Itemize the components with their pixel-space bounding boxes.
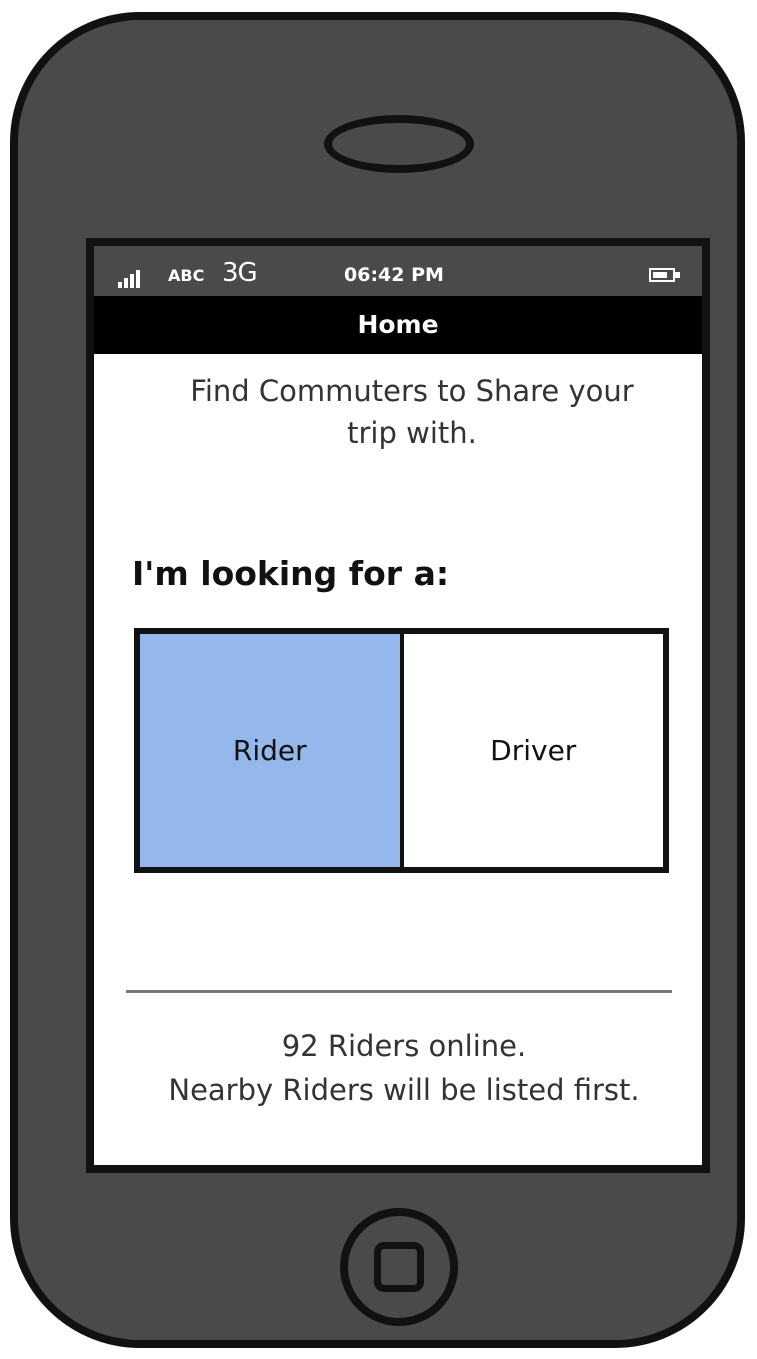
rider-segment-button[interactable]: Rider xyxy=(140,634,404,867)
online-status: 92 Riders online. Nearby Riders will be … xyxy=(114,1024,694,1112)
home-button[interactable] xyxy=(340,1208,458,1326)
driver-segment-label: Driver xyxy=(490,734,577,767)
driver-segment-button[interactable]: Driver xyxy=(403,634,663,867)
nav-bar: Home xyxy=(94,296,702,354)
phone-frame: ABC 3G 06:42 PM Home Find Commuters to S… xyxy=(10,12,745,1348)
status-time: 06:42 PM xyxy=(344,264,444,286)
role-segmented-control: Rider Driver xyxy=(134,628,669,873)
intro-text: Find Commuters to Share your trip with. xyxy=(132,370,692,454)
divider xyxy=(126,990,672,993)
home-square-icon xyxy=(374,1242,424,1292)
signal-bars-icon xyxy=(118,270,140,288)
carrier-label: ABC xyxy=(168,266,205,285)
intro-line-1: Find Commuters to Share your xyxy=(190,374,634,408)
online-count-text: 92 Riders online. xyxy=(281,1029,527,1063)
battery-icon xyxy=(649,268,680,282)
nearby-info-text: Nearby Riders will be listed first. xyxy=(168,1073,640,1107)
network-label: 3G xyxy=(222,258,258,288)
phone-screen: ABC 3G 06:42 PM Home Find Commuters to S… xyxy=(86,238,710,1173)
looking-for-label: I'm looking for a: xyxy=(132,554,450,593)
rider-segment-label: Rider xyxy=(232,734,307,767)
page-title: Home xyxy=(357,310,439,339)
intro-line-2: trip with. xyxy=(347,416,477,450)
speaker-icon xyxy=(324,115,474,173)
status-bar: ABC 3G 06:42 PM xyxy=(94,246,702,296)
